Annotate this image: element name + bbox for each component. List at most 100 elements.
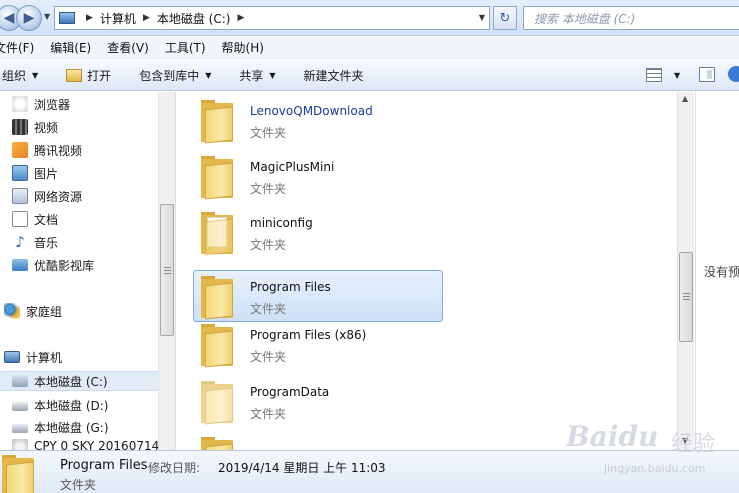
nav-pane-scrollbar[interactable] <box>158 92 175 450</box>
details-modified-value: 2019/4/14 星期日 上午 11:03 <box>218 461 386 475</box>
grip-line <box>164 270 171 271</box>
include-label: 包含到库中 <box>139 68 200 83</box>
preview-pane: 没有预 <box>695 92 739 450</box>
baidu-watermark: Baidu 经验 jingyan.baidu.com <box>566 418 736 488</box>
address-bar: ◀ ▶ ▼ ▶ 计算机 ▶ 本地磁盘 (C:) ▶ ▼ ↻ 搜索 本地磁盘 (C… <box>0 0 739 36</box>
caret-down-icon: ▼ <box>205 70 212 80</box>
nav-item-computer[interactable]: 计算机 <box>4 347 62 367</box>
nav-scrollbar-thumb[interactable] <box>160 204 174 336</box>
menu-edit[interactable]: 编辑(E) <box>50 39 91 56</box>
new-folder-button[interactable]: 新建文件夹 <box>304 67 364 84</box>
file-row[interactable]: MagicPlusMini 文件夹 <box>193 150 443 202</box>
nav-label: 网络资源 <box>34 189 83 204</box>
file-row[interactable]: miniconfig 文件夹 <box>193 206 443 258</box>
file-name: Program Files (x86) <box>250 328 367 342</box>
folder-icon <box>201 324 233 368</box>
homegroup-icon <box>4 303 20 319</box>
nav-item-homegroup[interactable]: 家庭组 <box>4 301 62 321</box>
nav-item-documents[interactable]: 文档 <box>12 209 58 229</box>
file-row-selected[interactable]: Program Files 文件夹 <box>193 270 443 322</box>
file-row[interactable]: ProgramData 文件夹 <box>193 375 443 427</box>
nav-item-pictures[interactable]: 图片 <box>12 163 58 183</box>
chevron-right-icon[interactable]: ▶ <box>143 13 150 23</box>
forward-button[interactable]: ▶ <box>16 5 42 31</box>
navigation-pane: 浏览器 视频 腾讯视频 图片 网络资源 文档 ♪ 音乐 优酷影视库 家庭组 计算… <box>0 92 176 451</box>
nav-item-browser[interactable]: 浏览器 <box>12 94 70 114</box>
nav-item-network-resources[interactable]: 网络资源 <box>12 186 82 206</box>
nav-label: 优酷影视库 <box>34 258 95 273</box>
nav-item-youku-library[interactable]: 优酷影视库 <box>12 255 94 275</box>
file-list: LenovoQMDownload 文件夹 MagicPlusMini 文件夹 m… <box>177 92 677 450</box>
folder-icon <box>201 156 233 200</box>
change-view-button[interactable]: ▼ <box>646 68 680 82</box>
nav-item-tencent-video[interactable]: 腾讯视频 <box>12 140 82 160</box>
music-note-icon: ♪ <box>15 233 25 251</box>
share-label: 共享 <box>239 68 264 83</box>
new-folder-label: 新建文件夹 <box>303 68 364 83</box>
folder-icon <box>201 100 233 144</box>
recent-pages-dropdown-icon[interactable]: ▼ <box>44 12 50 21</box>
nav-item-drive-d[interactable]: 本地磁盘 (D:) <box>12 395 108 415</box>
file-name: MagicPlusMini <box>250 160 335 174</box>
file-type: 文件夹 <box>250 302 287 316</box>
nav-label: 家庭组 <box>26 304 63 319</box>
menu-file[interactable]: 文件(F) <box>0 39 34 56</box>
watermark-brand: Baidu <box>566 420 659 453</box>
nav-item-drive-c[interactable]: 本地磁盘 (C:) <box>0 371 158 391</box>
scroll-up-arrow-icon[interactable]: ▲ <box>682 94 688 103</box>
file-name: LenovoQMDownload <box>250 104 373 118</box>
share-button[interactable]: 共享 ▼ <box>239 67 275 84</box>
network-resources-icon <box>12 188 28 204</box>
file-list-scrollbar[interactable]: ▲ ▼ <box>677 92 694 450</box>
grip-line <box>683 296 690 297</box>
nav-item-music[interactable]: ♪ 音乐 <box>12 232 58 252</box>
grip-line <box>164 273 171 274</box>
file-type: 文件夹 <box>250 350 287 364</box>
refresh-icon: ↻ <box>499 10 511 26</box>
refresh-button[interactable]: ↻ <box>493 6 517 30</box>
search-input[interactable]: 搜索 本地磁盘 (C:) <box>523 6 739 30</box>
breadcrumb-drive-c[interactable]: 本地磁盘 (C:) <box>157 10 231 27</box>
nav-label: 浏览器 <box>34 97 71 112</box>
documents-icon <box>12 211 28 227</box>
search-placeholder: 搜索 本地磁盘 (C:) <box>534 11 636 26</box>
nav-label: 计算机 <box>26 350 63 365</box>
file-row[interactable]: Program Files (x86) 文件夹 <box>193 318 443 370</box>
nav-label: 本地磁盘 (G:) <box>34 420 109 435</box>
nav-item-drive-g[interactable]: 本地磁盘 (G:) <box>12 417 109 437</box>
breadcrumb-computer[interactable]: 计算机 <box>100 10 136 27</box>
command-bar: 组织 ▼ 打开 包含到库中 ▼ 共享 ▼ 新建文件夹 <box>0 60 739 91</box>
file-row[interactable]: LenovoQMDownload 文件夹 <box>193 94 443 146</box>
arrow-left-icon: ◀ <box>3 10 15 26</box>
help-icon[interactable] <box>728 66 739 82</box>
windows-drive-icon <box>12 375 28 387</box>
hard-drive-icon <box>12 424 28 433</box>
file-name: ProgramData <box>250 385 330 399</box>
browser-icon <box>12 96 28 112</box>
computer-icon <box>4 351 20 363</box>
grip-line <box>683 293 690 294</box>
address-field[interactable]: ▶ 计算机 ▶ 本地磁盘 (C:) ▶ ▼ <box>54 6 490 30</box>
address-dropdown-icon[interactable]: ▼ <box>479 13 485 22</box>
include-in-library-button[interactable]: 包含到库中 ▼ <box>139 67 211 84</box>
organize-label: 组织 <box>2 68 27 83</box>
details-name: Program Files <box>60 458 148 473</box>
chevron-right-icon[interactable]: ▶ <box>86 13 93 23</box>
nav-item-video[interactable]: 视频 <box>12 117 58 137</box>
organize-button[interactable]: 组织 ▼ <box>2 67 38 84</box>
file-row-partial[interactable] <box>193 431 443 450</box>
nav-label: 图片 <box>34 166 59 181</box>
chevron-right-icon[interactable]: ▶ <box>237 13 244 23</box>
caret-down-icon: ▼ <box>674 70 681 80</box>
folder-icon <box>201 381 233 425</box>
watermark-url: jingyan.baidu.com <box>604 462 706 475</box>
folder-icon <box>201 437 233 450</box>
menu-help[interactable]: 帮助(H) <box>222 39 264 56</box>
menu-tools[interactable]: 工具(T) <box>165 39 206 56</box>
folder-icon <box>201 276 233 320</box>
open-button[interactable]: 打开 <box>66 67 111 84</box>
nav-label: 视频 <box>34 120 59 135</box>
file-list-scrollbar-thumb[interactable] <box>679 252 693 342</box>
menu-view[interactable]: 查看(V) <box>107 39 149 56</box>
preview-pane-button[interactable] <box>699 67 715 82</box>
